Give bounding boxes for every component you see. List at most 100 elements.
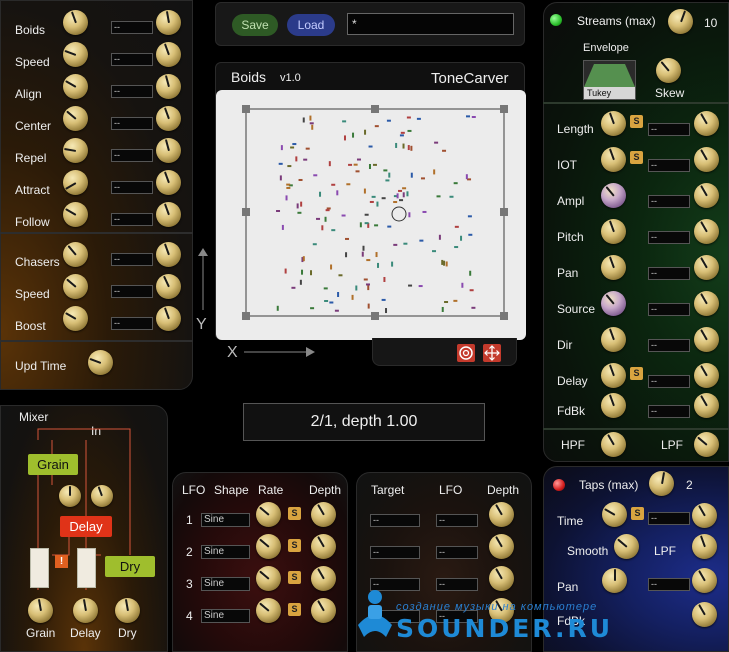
warning-badge[interactable]: ! <box>55 555 68 568</box>
mod-target-select-2[interactable]: -- <box>370 546 420 559</box>
region-handle[interactable] <box>242 312 250 320</box>
streams-field-ampl-2[interactable]: -- <box>648 195 690 208</box>
streams-s-button-iot-1[interactable]: S <box>630 151 643 164</box>
region-handle[interactable] <box>371 105 379 113</box>
streams-range-knob-length-0[interactable] <box>694 111 719 136</box>
delay-level-knob[interactable] <box>73 598 98 623</box>
ratio-display[interactable]: 2/1, depth 1.00 <box>243 403 485 441</box>
region-handle[interactable] <box>371 312 379 320</box>
param-field-align-2[interactable]: -- <box>111 85 153 98</box>
streams-range-knob-source-5[interactable] <box>694 291 719 316</box>
lfo-s-button-4[interactable]: S <box>288 603 301 616</box>
grain-to-delay-knob[interactable] <box>59 485 81 507</box>
dry-tag[interactable]: Dry <box>105 556 155 577</box>
streams-knob-fdbk-8[interactable] <box>601 393 626 418</box>
mod-target-select-3[interactable]: -- <box>370 578 420 591</box>
grain-tag[interactable]: Grain <box>28 454 78 475</box>
taps-fdbk-knob[interactable] <box>692 602 717 627</box>
streams-field-pan-4[interactable]: -- <box>648 267 690 280</box>
streams-field-length-0[interactable]: -- <box>648 123 690 136</box>
taps-max-knob[interactable] <box>649 471 674 496</box>
move-arrows-icon[interactable] <box>483 344 501 362</box>
streams-field-iot-1[interactable]: -- <box>648 159 690 172</box>
param-field-attract-5[interactable]: -- <box>111 181 153 194</box>
streams-range-knob-fdbk-8[interactable] <box>694 393 719 418</box>
param-range-knob-follow-6[interactable] <box>156 202 181 227</box>
delay-fader[interactable] <box>77 548 96 588</box>
preset-name-field[interactable]: * <box>347 13 514 35</box>
param-knob-boids-0[interactable] <box>63 10 88 35</box>
taps-time-knob[interactable] <box>602 502 627 527</box>
param-field-speed-8[interactable]: -- <box>111 285 153 298</box>
streams-field-source-5[interactable]: -- <box>648 303 690 316</box>
mod-lfo-select-3[interactable]: -- <box>436 578 478 591</box>
grain-fader[interactable] <box>30 548 49 588</box>
lfo-rate-knob-2[interactable] <box>256 534 281 559</box>
param-knob-speed-8[interactable] <box>63 274 88 299</box>
param-range-knob-speed-1[interactable] <box>156 42 181 67</box>
lfo-shape-select-3[interactable]: Sine <box>201 577 250 591</box>
streams-s-button-length-0[interactable]: S <box>630 115 643 128</box>
streams-knob-ampl-2[interactable] <box>601 183 626 208</box>
param-knob-chasers-7[interactable] <box>63 242 88 267</box>
streams-knob-pitch-3[interactable] <box>601 219 626 244</box>
streams-knob-source-5[interactable] <box>601 291 626 316</box>
lfo-s-button-3[interactable]: S <box>288 571 301 584</box>
param-field-chasers-7[interactable]: -- <box>111 253 153 266</box>
streams-range-knob-ampl-2[interactable] <box>694 183 719 208</box>
mod-lfo-select-2[interactable]: -- <box>436 546 478 559</box>
mod-depth-knob-2[interactable] <box>489 534 514 559</box>
mod-lfo-select-1[interactable]: -- <box>436 514 478 527</box>
streams-knob-length-0[interactable] <box>601 111 626 136</box>
lfo-shape-select-4[interactable]: Sine <box>201 609 250 623</box>
param-knob-attract-5[interactable] <box>63 170 88 195</box>
envelope-preview[interactable]: Tukey <box>583 60 636 100</box>
streams-range-knob-dir-6[interactable] <box>694 327 719 352</box>
lfo-depth-knob-3[interactable] <box>311 566 336 591</box>
streams-max-knob[interactable] <box>668 9 693 34</box>
taps-time-s-button[interactable]: S <box>631 507 644 520</box>
lfo-depth-knob-1[interactable] <box>311 502 336 527</box>
region-handle[interactable] <box>500 208 508 216</box>
target-icon[interactable] <box>457 344 475 362</box>
param-range-knob-align-2[interactable] <box>156 74 181 99</box>
lfo-s-button-1[interactable]: S <box>288 507 301 520</box>
region-handle[interactable] <box>242 208 250 216</box>
mod-depth-knob-4[interactable] <box>489 598 514 623</box>
param-field-follow-6[interactable]: -- <box>111 213 153 226</box>
skew-knob[interactable] <box>656 58 681 83</box>
streams-field-delay-7[interactable]: -- <box>648 375 690 388</box>
taps-lpf-knob[interactable] <box>692 534 717 559</box>
mod-lfo-select-4[interactable]: -- <box>436 610 478 623</box>
param-range-knob-boids-0[interactable] <box>156 10 181 35</box>
param-field-boids-0[interactable]: -- <box>111 21 153 34</box>
streams-field-pitch-3[interactable]: -- <box>648 231 690 244</box>
region-handle[interactable] <box>500 105 508 113</box>
save-button[interactable]: Save <box>232 14 278 36</box>
smooth-knob[interactable] <box>614 534 639 559</box>
taps-time-range-knob[interactable] <box>692 503 717 528</box>
streams-range-knob-pitch-3[interactable] <box>694 219 719 244</box>
streams-knob-iot-1[interactable] <box>601 147 626 172</box>
dry-level-knob[interactable] <box>115 598 140 623</box>
region-handle[interactable] <box>242 105 250 113</box>
mod-target-select-1[interactable]: -- <box>370 514 420 527</box>
delay-tag[interactable]: Delay <box>60 516 112 537</box>
mod-depth-knob-1[interactable] <box>489 502 514 527</box>
taps-pan-knob[interactable] <box>602 568 627 593</box>
streams-field-fdbk-8[interactable]: -- <box>648 405 690 418</box>
lfo-depth-knob-4[interactable] <box>311 598 336 623</box>
param-knob-repel-4[interactable] <box>63 138 88 163</box>
param-range-knob-attract-5[interactable] <box>156 170 181 195</box>
taps-pan-range-knob[interactable] <box>692 568 717 593</box>
param-range-knob-speed-8[interactable] <box>156 274 181 299</box>
lpf-knob[interactable] <box>694 432 719 457</box>
lfo-depth-knob-2[interactable] <box>311 534 336 559</box>
streams-field-dir-6[interactable]: -- <box>648 339 690 352</box>
param-knob-follow-6[interactable] <box>63 202 88 227</box>
load-button[interactable]: Load <box>287 14 335 36</box>
mod-target-select-4[interactable]: -- <box>370 610 420 623</box>
streams-s-button-delay-7[interactable]: S <box>630 367 643 380</box>
boids-viewport[interactable] <box>216 90 526 340</box>
param-range-knob-center-3[interactable] <box>156 106 181 131</box>
